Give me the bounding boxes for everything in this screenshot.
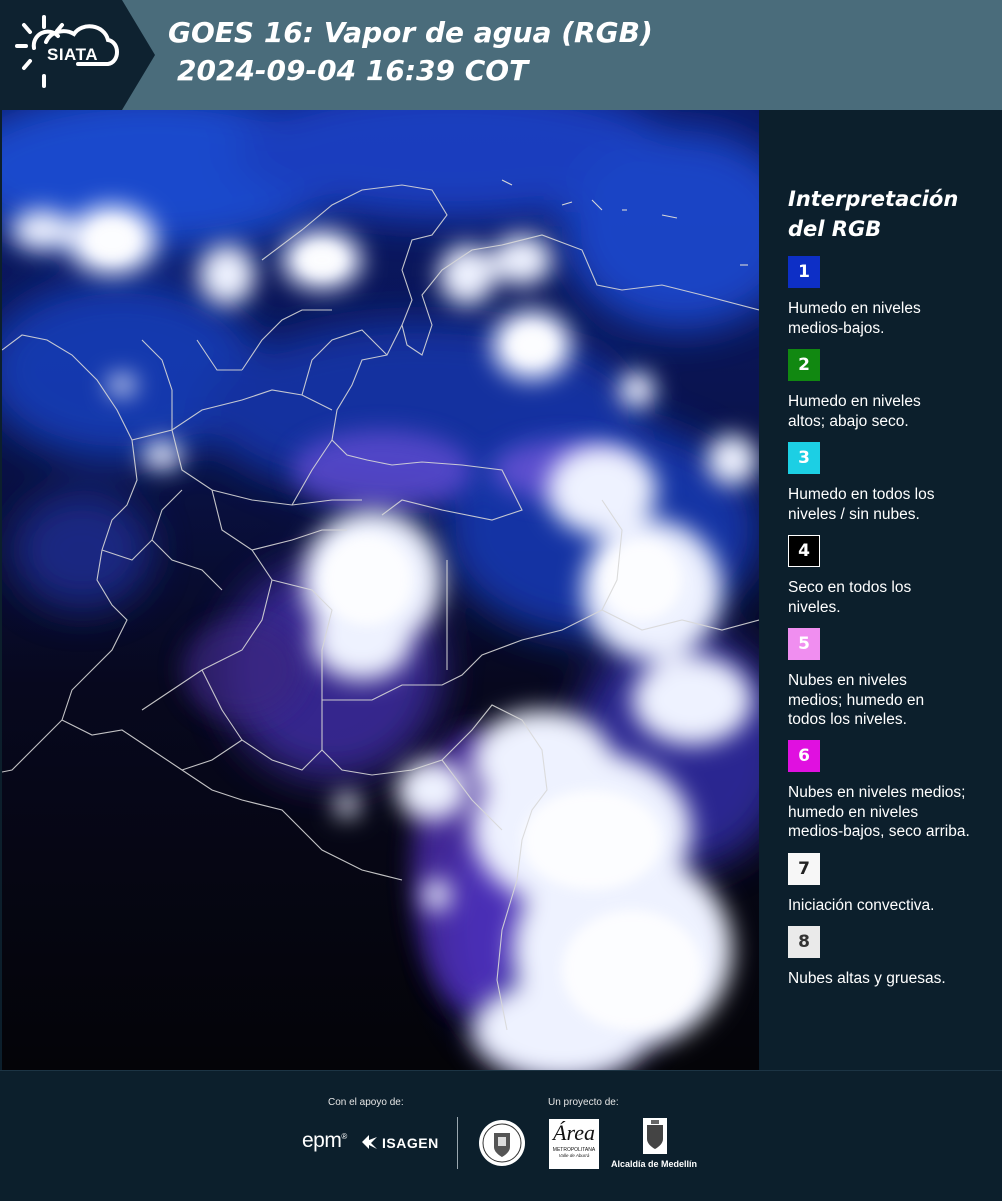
legend-description: Seco en todos los niveles. xyxy=(788,579,912,616)
footer: Con el apoyo de: Un proyecto de: epm® IS… xyxy=(0,1070,1002,1201)
isagen-logo: ISAGEN xyxy=(382,1135,439,1151)
legend-title-line1: Interpretación xyxy=(788,187,959,211)
legend-title: Interpretación del RGB xyxy=(788,184,998,244)
medellin-shield-icon xyxy=(643,1118,667,1154)
support-label: Con el apoyo de: xyxy=(328,1097,404,1108)
legend-swatch: 1 xyxy=(788,256,820,288)
area-metropolitana-logo: Área METROPOLITANA Valle de Aburrá xyxy=(549,1119,599,1169)
page-title: GOES 16: Vapor de agua (RGB) 2024-09-04 … xyxy=(168,14,653,90)
satellite-map[interactable] xyxy=(2,110,759,1070)
isagen-icon xyxy=(362,1135,377,1149)
legend-panel: Interpretación del RGB 1 Humedo en nivel… xyxy=(760,110,1002,1070)
legend-swatch: 8 xyxy=(788,926,820,958)
satellite-image xyxy=(2,110,759,1070)
legend-description: Nubes en niveles medios; humedo en todos l… xyxy=(788,672,925,728)
header-bar: SIATA GOES 16: Vapor de agua (RGB) 2024-… xyxy=(0,0,1002,110)
legend-item-4: 4 Seco en todos los niveles. xyxy=(788,535,1000,617)
legend-description: Iniciación convectiva. xyxy=(788,897,935,914)
logo-text: SIATA xyxy=(47,45,98,64)
epm-logo: epm® xyxy=(302,1129,347,1152)
legend-item-3: 3 Humedo en todos los niveles / sin nubes… xyxy=(788,442,1000,524)
seal-icon xyxy=(479,1120,525,1166)
legend-description: Nubes en niveles medios; humedo en nivele… xyxy=(788,784,970,840)
divider xyxy=(457,1117,458,1169)
project-label: Un proyecto de: xyxy=(548,1097,619,1108)
legend-description: Nubes altas y gruesas. xyxy=(788,970,946,987)
legend-swatch: 3 xyxy=(788,442,820,474)
legend-title-line2: del RGB xyxy=(788,217,882,241)
title-timestamp: 2024-09-04 16:39 COT xyxy=(177,54,529,87)
legend-item-1: 1 Humedo en niveles medios-bajos. xyxy=(788,256,1000,338)
legend-swatch: 5 xyxy=(788,628,820,660)
legend-swatch: 2 xyxy=(788,349,820,381)
alcaldia-label: Alcaldía de Medellín xyxy=(611,1159,698,1169)
legend-item-8: 8 Nubes altas y gruesas. xyxy=(788,926,1000,989)
legend-swatch: 6 xyxy=(788,740,820,772)
legend-description: Humedo en niveles altos; abajo seco. xyxy=(788,393,921,430)
legend-description: Humedo en todos los niveles / sin nubes. xyxy=(788,486,935,523)
legend-item-2: 2 Humedo en niveles altos; abajo seco. xyxy=(788,349,1000,431)
siata-logo: SIATA xyxy=(0,0,155,110)
legend-swatch: 4 xyxy=(788,535,820,567)
legend-item-5: 5 Nubes en niveles medios; humedo en todos… xyxy=(788,628,1000,730)
legend-item-7: 7 Iniciación convectiva. xyxy=(788,853,1000,916)
legend-description: Humedo en niveles medios-bajos. xyxy=(788,300,921,337)
legend-item-6: 6 Nubes en niveles medios; humedo en nive… xyxy=(788,740,1000,842)
legend-swatch: 7 xyxy=(788,853,820,885)
title-product: GOES 16: Vapor de agua (RGB) xyxy=(168,16,653,49)
